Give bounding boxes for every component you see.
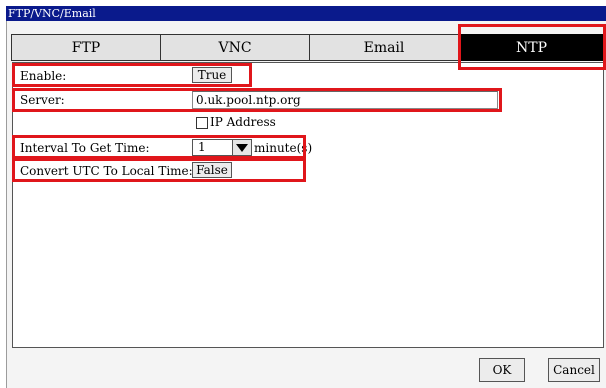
enable-label: Enable: bbox=[20, 69, 67, 83]
chevron-down-icon[interactable] bbox=[232, 140, 251, 155]
ip-address-checkbox[interactable] bbox=[196, 117, 208, 129]
convert-utc-toggle-button[interactable]: False bbox=[192, 162, 232, 178]
server-label: Server: bbox=[20, 93, 65, 107]
cancel-button[interactable]: Cancel bbox=[548, 358, 600, 382]
convert-utc-label: Convert UTC To Local Time: bbox=[20, 164, 193, 178]
enable-toggle-button[interactable]: True bbox=[192, 67, 232, 83]
interval-select[interactable]: 1 bbox=[192, 139, 252, 156]
interval-unit-label: minute(s) bbox=[254, 141, 313, 155]
window-title: FTP/VNC/Email bbox=[6, 6, 606, 21]
tab-bar: FTP VNC Email NTP bbox=[11, 34, 605, 61]
ip-address-label: IP Address bbox=[210, 115, 276, 129]
tab-email[interactable]: Email bbox=[309, 34, 459, 61]
interval-label: Interval To Get Time: bbox=[20, 141, 150, 155]
ok-button[interactable]: OK bbox=[479, 358, 525, 382]
tab-vnc[interactable]: VNC bbox=[160, 34, 310, 61]
server-input[interactable]: 0.uk.pool.ntp.org bbox=[192, 91, 498, 109]
tab-ntp[interactable]: NTP bbox=[458, 34, 605, 61]
interval-value: 1 bbox=[198, 140, 206, 154]
tab-ftp[interactable]: FTP bbox=[11, 34, 161, 61]
